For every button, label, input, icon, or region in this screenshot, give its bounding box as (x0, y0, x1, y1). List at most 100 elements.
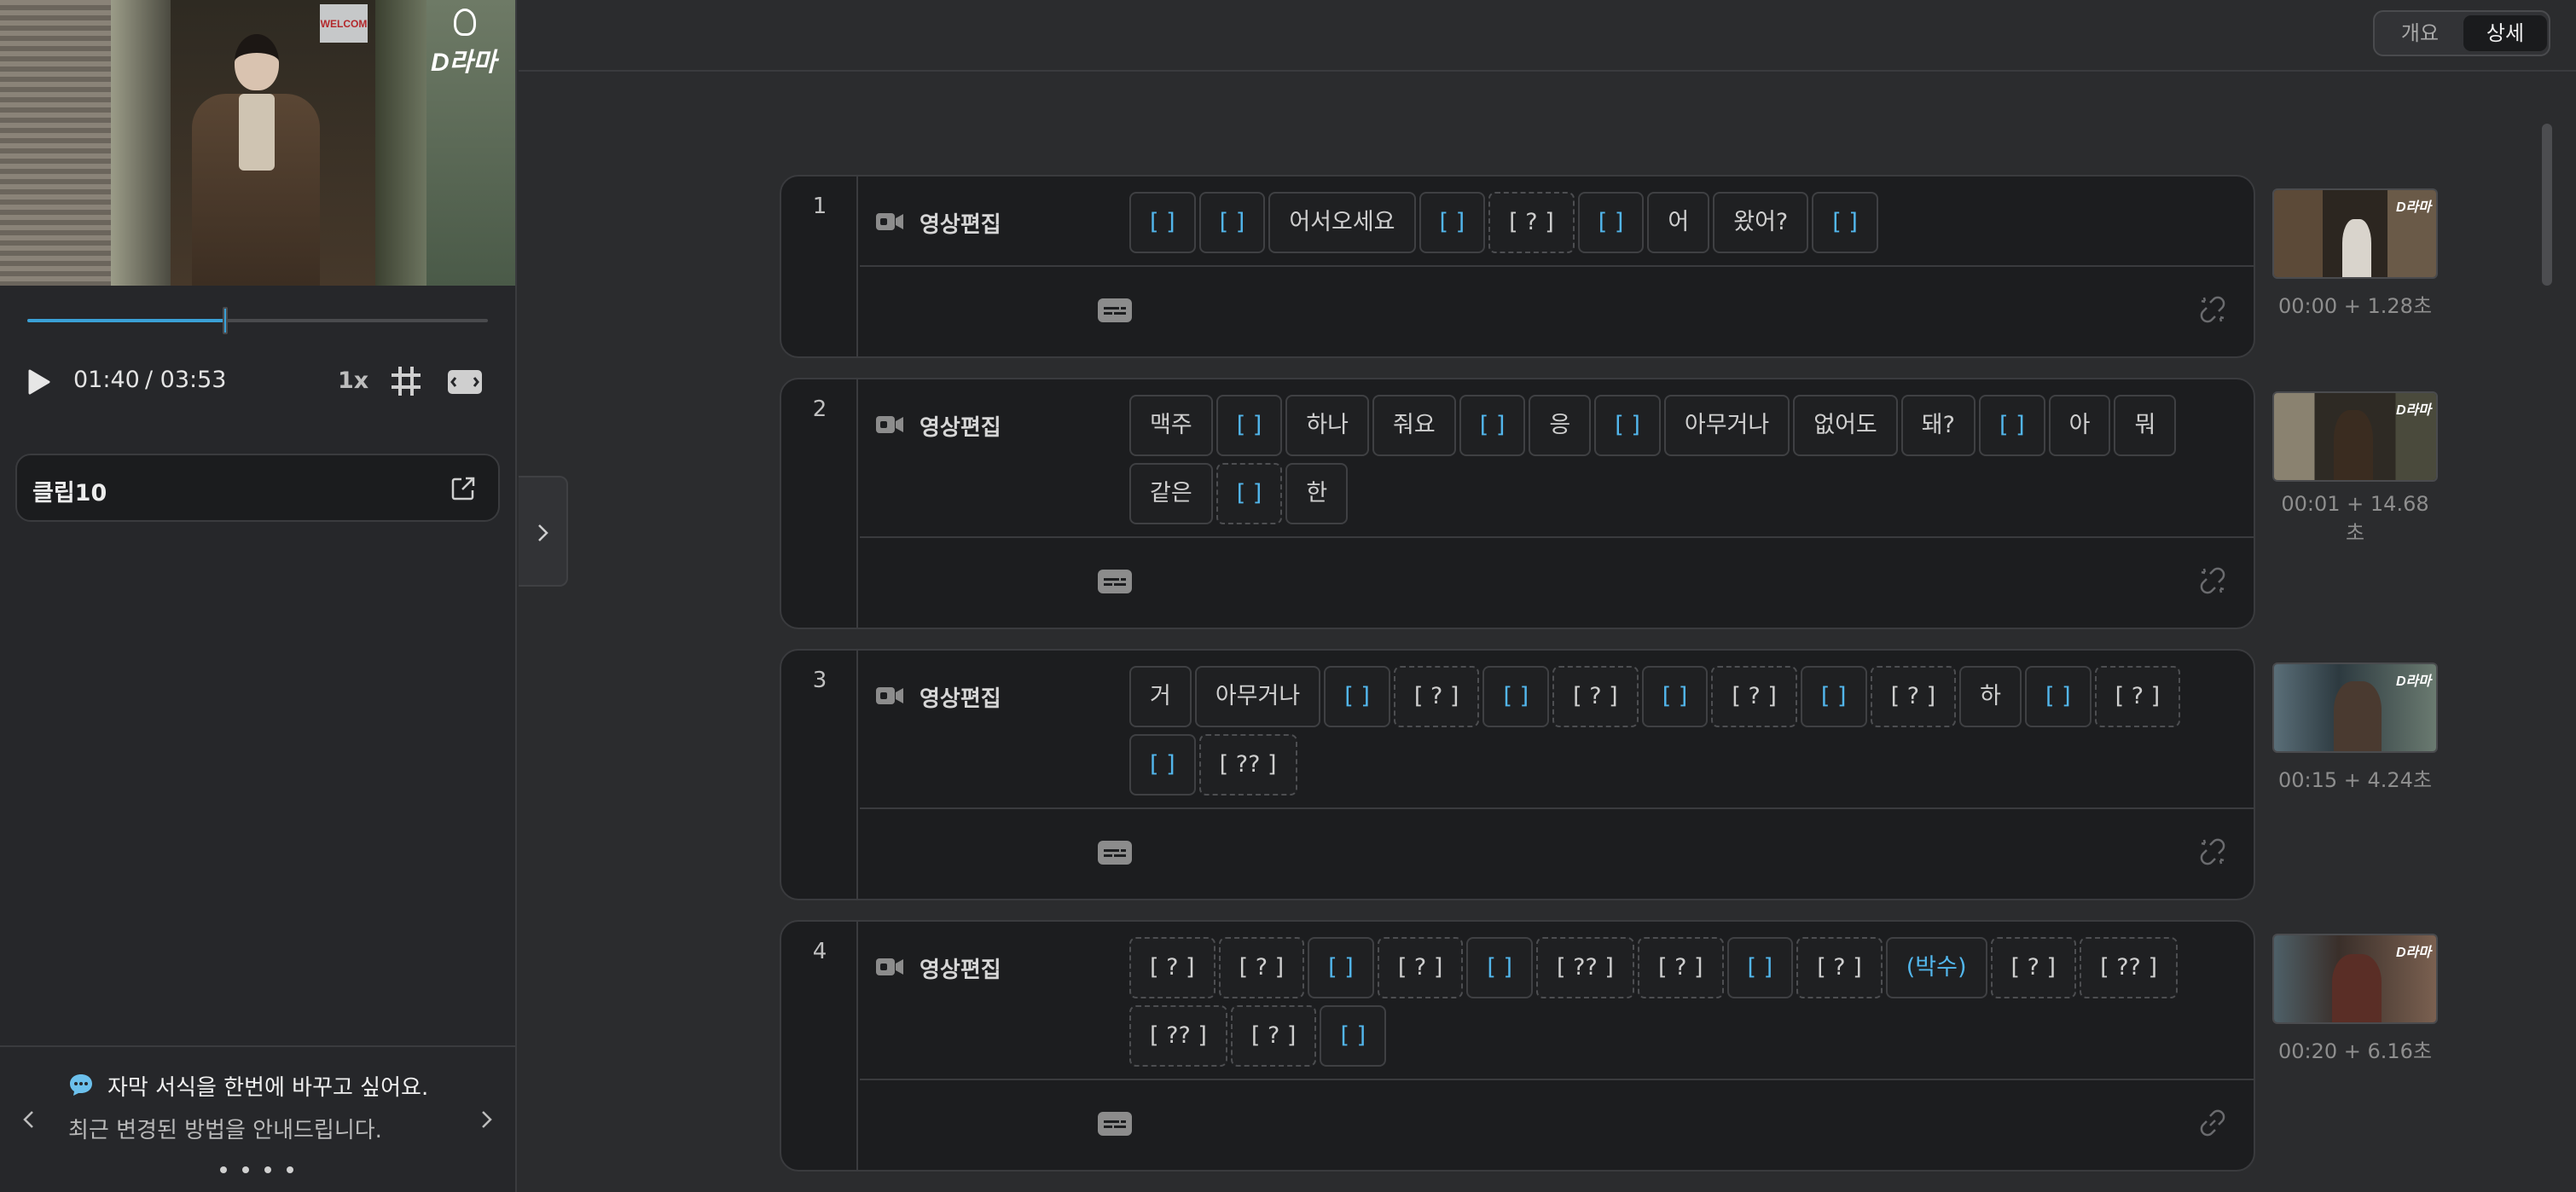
video-blinds (0, 0, 111, 286)
scene-thumbnail[interactable]: D라마 (2272, 188, 2438, 279)
word-chip[interactable]: [ ? ] (1870, 666, 1957, 727)
play-button[interactable] (27, 369, 51, 395)
scene-number: 3 (812, 668, 827, 693)
word-chip[interactable]: (박수) (1885, 937, 1987, 998)
tip-banner: 자막 서식을 한번에 바꾸고 싶어요. 최근 변경된 방법을 안내드립니다. (0, 1045, 515, 1192)
pagination-dot[interactable] (220, 1166, 227, 1173)
word-chip[interactable]: [ ? ] (1218, 937, 1305, 998)
word-chip[interactable]: [ ] (1324, 666, 1390, 727)
word-chip[interactable]: [ ] (1215, 463, 1283, 524)
word-chip[interactable]: [ ? ] (1637, 937, 1724, 998)
aspect-ratio-button[interactable] (447, 369, 483, 395)
word-chip[interactable]: [ ] (1198, 192, 1266, 253)
word-chip[interactable]: 어 (1647, 192, 1710, 253)
video-preview[interactable]: WELCOM D라마 (0, 0, 515, 286)
word-chip[interactable]: [ ? ] (1796, 937, 1883, 998)
word-chip[interactable]: [ ] (1419, 192, 1486, 253)
word-chip[interactable]: [ ] (1812, 192, 1878, 253)
word-chip[interactable]: [ ? ] (1393, 666, 1480, 727)
word-chip[interactable]: [ ? ] (1711, 666, 1797, 727)
scene-label: 영상편집 (920, 415, 1001, 441)
word-chip[interactable]: 응 (1529, 395, 1592, 456)
subtitle-icon[interactable] (1097, 840, 1133, 865)
word-chip[interactable]: 하나 (1285, 395, 1370, 456)
word-chip[interactable]: [ ? ] (1230, 1005, 1317, 1067)
tip-prev-button[interactable] (20, 1107, 38, 1132)
word-chip[interactable]: 같은 (1129, 463, 1213, 524)
word-chip[interactable]: [ ?? ] (2080, 937, 2178, 998)
word-chip[interactable]: 하 (1959, 666, 2022, 727)
unlink-icon[interactable] (2197, 836, 2228, 867)
word-chip[interactable]: 줘요 (1372, 395, 1456, 456)
progress-thumb[interactable] (222, 307, 228, 334)
word-chip[interactable]: [ ? ] (1129, 937, 1215, 998)
tab-summary[interactable]: 개요 (2378, 15, 2462, 51)
playback-speed-button[interactable]: 1x (338, 367, 368, 394)
word-chip[interactable]: 왔어? (1713, 192, 1809, 253)
video-camera-icon (875, 956, 904, 978)
progress-bar[interactable] (27, 307, 488, 334)
subtitle-icon[interactable] (1097, 569, 1133, 594)
pagination-dot[interactable] (287, 1166, 293, 1173)
word-chip[interactable]: [ ] (2025, 666, 2092, 727)
word-chip[interactable]: [ ] (1482, 666, 1550, 727)
clip-open-button[interactable] (450, 476, 476, 501)
word-chip[interactable]: [ ] (1129, 734, 1196, 796)
word-chip[interactable]: [ ] (1594, 395, 1661, 456)
grid-button[interactable] (389, 364, 423, 398)
word-chip[interactable]: 어서오세요 (1268, 192, 1416, 253)
thumbnail-logo: D라마 (2396, 674, 2431, 689)
view-toggle: 개요 상세 (2373, 10, 2550, 56)
word-chip[interactable]: [ ?? ] (1129, 1005, 1227, 1067)
word-chip[interactable]: 뭐 (2114, 395, 2177, 456)
word-chip[interactable]: [ ? ] (2094, 666, 2181, 727)
word-chip[interactable]: [ ] (1129, 192, 1196, 253)
word-chip[interactable]: 아무거나 (1194, 666, 1321, 727)
panel-toggle-button[interactable] (519, 476, 568, 587)
scene-label: 영상편집 (920, 212, 1001, 238)
word-chip[interactable]: [ ?? ] (1198, 734, 1297, 796)
unlink-icon[interactable] (2197, 294, 2228, 325)
subtitle-icon[interactable] (1097, 1111, 1133, 1137)
word-chip[interactable]: [ ? ] (1377, 937, 1464, 998)
tab-detail[interactable]: 상세 (2463, 15, 2547, 51)
tip-next-button[interactable] (478, 1107, 495, 1132)
word-chip[interactable]: 아 (2048, 395, 2111, 456)
word-chip[interactable]: 돼? (1900, 395, 1976, 456)
word-chip[interactable]: 맥주 (1129, 395, 1213, 456)
word-chip[interactable]: 없어도 (1793, 395, 1898, 456)
scene-timestamp: 00:20 + 6.16초 (2277, 1039, 2433, 1063)
word-chip[interactable]: [ ] (1726, 937, 1794, 998)
word-chip[interactable]: [ ] (1466, 937, 1534, 998)
scene-thumbnail[interactable]: D라마 (2272, 934, 2438, 1024)
word-chip[interactable]: [ ] (1215, 395, 1283, 456)
clip-card[interactable]: 클립10 (15, 454, 500, 522)
pagination-dot[interactable] (264, 1166, 271, 1173)
word-chip[interactable]: 한 (1285, 463, 1349, 524)
link-icon[interactable] (2197, 1108, 2228, 1138)
word-chip[interactable]: [ ? ] (1488, 192, 1575, 253)
word-chip[interactable]: [ ] (1577, 192, 1645, 253)
word-chip[interactable]: [ ? ] (1552, 666, 1639, 727)
word-chip[interactable]: 아무거나 (1663, 395, 1790, 456)
scene-card: 1 영상편집[ ][ ] 어서오세요[ ][ ? ][ ] 어 왔어?[ ] (780, 175, 2255, 358)
grid-icon (392, 367, 421, 396)
tip-title[interactable]: 자막 서식을 한번에 바꾸고 싶어요. (107, 1070, 428, 1102)
unlink-icon[interactable] (2197, 565, 2228, 596)
word-chip[interactable]: [ ] (1459, 395, 1526, 456)
scene-label: 영상편집 (920, 686, 1001, 712)
word-chip[interactable]: [ ? ] (1990, 937, 2077, 998)
word-chip[interactable]: [ ] (1978, 395, 2045, 456)
scene-thumbnail[interactable]: D라마 (2272, 391, 2438, 482)
pagination-dot[interactable] (242, 1166, 249, 1173)
word-chip[interactable]: [ ] (1800, 666, 1867, 727)
scene-thumbnail[interactable]: D라마 (2272, 663, 2438, 753)
scene-timestamp: 00:01 + 14.68초 (2281, 492, 2429, 545)
word-chip[interactable]: [ ] (1641, 666, 1709, 727)
scrollbar-thumb[interactable] (2542, 124, 2552, 286)
word-chip[interactable]: [ ] (1308, 937, 1374, 998)
word-chip[interactable]: [ ] (1320, 1005, 1387, 1067)
subtitle-icon[interactable] (1097, 298, 1133, 323)
word-chip[interactable]: [ ?? ] (1536, 937, 1634, 998)
word-chip[interactable]: 거 (1129, 666, 1192, 727)
